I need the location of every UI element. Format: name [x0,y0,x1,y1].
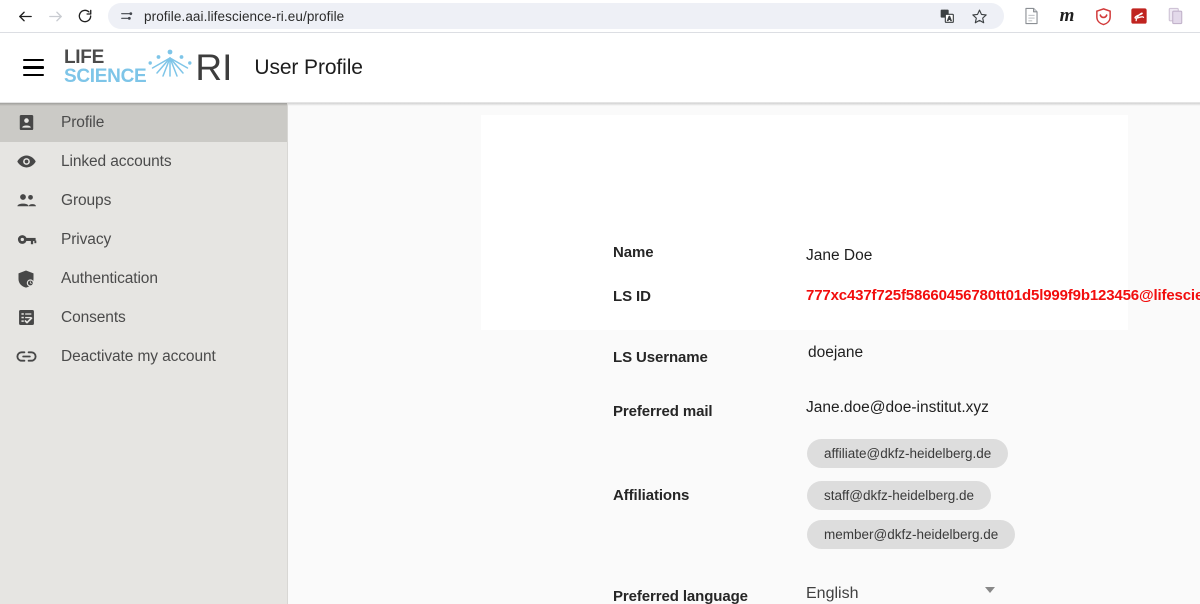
omnibox-actions: 文A [932,3,994,29]
main-content: Name Jane Doe LS ID 777xc437f725f5866045… [288,103,1200,604]
sidebar-item-label: Privacy [61,230,112,248]
bookmark-star-icon[interactable] [964,3,994,29]
field-label-ls-username: LS Username [613,349,708,366]
sidebar-item-label: Deactivate my account [61,347,216,365]
reader-page-icon[interactable] [1016,3,1046,29]
copy-pages-extension-icon[interactable] [1160,3,1190,29]
sidebar: Profile Linked accounts Groups Privacy A [0,103,288,604]
people-group-icon [13,190,39,211]
sidebar-item-label: Profile [61,113,105,131]
affiliation-chip: staff@dkfz-heidelberg.de [807,481,992,510]
sidebar-item-label: Linked accounts [61,152,172,170]
sidebar-item-label: Consents [61,308,126,326]
field-value-ls-username: doejane [808,344,864,361]
app-body: Profile Linked accounts Groups Privacy A [0,103,1200,604]
sidebar-item-groups[interactable]: Groups [0,181,287,220]
mendeley-extension-icon[interactable]: m [1052,3,1082,29]
affiliation-chip: affiliate@dkfz-heidelberg.de [807,439,1009,468]
sidebar-item-consents[interactable]: Consents [0,298,287,337]
logo-line-science: SCIENCE [64,65,147,87]
eye-icon [13,151,39,172]
back-arrow-icon[interactable] [10,3,40,29]
hamburger-line [22,58,44,62]
logo-wordmark: LIFE SCIENCE [64,47,147,87]
hamburger-line [22,73,44,77]
adobe-acrobat-extension-icon[interactable] [1124,3,1154,29]
lifescience-ri-logo[interactable]: LIFE SCIENCE RI [64,47,233,88]
hamburger-menu-icon[interactable] [16,51,50,85]
sidebar-item-authentication[interactable]: Authentication [0,259,287,298]
field-label-affiliations: Affiliations [613,487,690,504]
field-value-preferred-mail: Jane.doe@doe-institut.xyz [806,399,989,416]
profile-form: Name Jane Doe LS ID 777xc437f725f5866045… [288,103,1200,604]
mendeley-letter: m [1059,5,1075,26]
hamburger-line [22,66,44,69]
address-bar[interactable]: profile.aai.lifescience-ri.eu/profile 文A [108,3,1004,29]
app-header: LIFE SCIENCE RI User Profile [0,33,1200,103]
sidebar-item-profile[interactable]: Profile [0,103,287,142]
starburst-icon [148,49,192,77]
link-chain-icon [13,346,39,367]
forward-arrow-icon[interactable] [40,3,70,29]
chevron-down-icon[interactable] [985,587,995,593]
sidebar-item-label: Authentication [61,269,158,287]
sidebar-item-privacy[interactable]: Privacy [0,220,287,259]
page-title: User Profile [254,55,363,79]
field-label-name: Name [613,244,654,261]
field-value-name: Jane Doe [806,247,873,264]
translate-icon[interactable]: 文A [932,3,962,29]
field-value-ls-id: 777xc437f725f58660456780tt01d5l999f9b123… [806,287,1200,304]
key-icon [13,229,39,250]
preferred-language-value: English [806,584,859,602]
sidebar-item-linked-accounts[interactable]: Linked accounts [0,142,287,181]
shield-privacy-extension-icon[interactable] [1088,3,1118,29]
preferred-language-select[interactable]: English [806,573,1013,604]
site-settings-sliders-icon[interactable] [118,8,135,25]
sidebar-item-deactivate-my-account[interactable]: Deactivate my account [0,337,287,376]
affiliation-chip: member@dkfz-heidelberg.de [807,520,1016,549]
contact-card-icon [13,113,39,132]
logo-ri-mark: RI [195,47,233,88]
sidebar-item-label: Groups [61,191,112,209]
field-label-preferred-mail: Preferred mail [613,403,713,420]
reload-icon[interactable] [70,3,100,29]
browser-toolbar: profile.aai.lifescience-ri.eu/profile 文A… [0,0,1200,33]
extensions-group: m [1016,3,1190,29]
svg-text:A: A [947,17,951,23]
checklist-icon [13,308,39,327]
logo-line-life: LIFE [64,47,104,69]
url-text: profile.aai.lifescience-ri.eu/profile [144,8,345,24]
field-label-ls-id: LS ID [613,288,651,305]
shield-clock-icon [13,269,39,289]
field-label-preferred-language: Preferred language [613,588,748,604]
